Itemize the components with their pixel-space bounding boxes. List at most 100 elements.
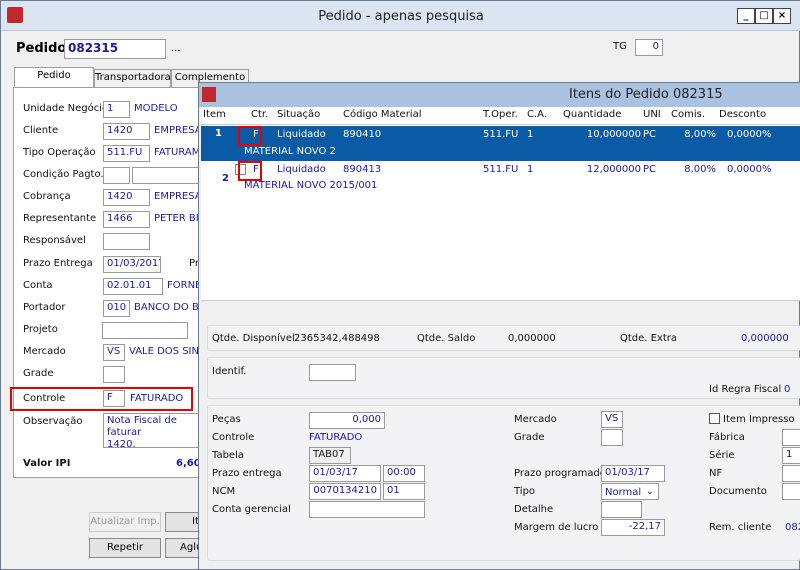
cond-pagto-desc[interactable] — [132, 167, 202, 184]
serie-input[interactable]: 1 — [782, 447, 800, 464]
col-ctr[interactable]: Ctr. — [251, 109, 268, 120]
qtde-saldo-value: 0,000000 — [508, 333, 556, 344]
pecas-input[interactable]: 0,000 — [309, 412, 385, 429]
observacao-label: Observação — [23, 416, 83, 427]
col-uni[interactable]: UNI — [643, 109, 661, 120]
responsavel-label: Responsável — [23, 235, 86, 246]
projeto-input[interactable] — [102, 322, 188, 339]
maximize-button[interactable]: □ — [755, 8, 773, 24]
identif-label: Identif. — [212, 366, 247, 377]
mercado-input[interactable]: VS — [103, 344, 125, 361]
col-situacao[interactable]: Situação — [277, 109, 320, 120]
controle-label: Controle — [23, 393, 66, 404]
conta-input[interactable]: 02.01.01 — [103, 278, 163, 295]
ncm-ext-input[interactable]: 01 — [383, 483, 425, 500]
chevron-down-icon: ⌄ — [645, 486, 654, 497]
identif-panel: Identif. Id Regra Fiscal 0 — [207, 357, 800, 399]
tg-label: TG — [613, 41, 627, 52]
controle-input[interactable]: F — [103, 390, 125, 407]
app-icon — [202, 87, 216, 102]
col-codigo[interactable]: Código Material — [343, 109, 422, 120]
rem-cliente-label: Rem. cliente — [709, 522, 772, 533]
prazo-entrega-label: Prazo Entrega — [23, 258, 93, 269]
row-desconto: 0,0000% — [727, 129, 772, 140]
documento-label: Documento — [709, 486, 767, 497]
col-toper[interactable]: T.Oper. — [483, 109, 518, 120]
prazo-programado-input[interactable]: 01/03/17 — [601, 465, 665, 482]
prazo-entrega-input[interactable]: 01/03/2017 — [103, 256, 161, 273]
search-pedido-button[interactable]: ... — [171, 43, 185, 57]
observacao-line1: Nota Fiscal de faturar — [107, 415, 177, 438]
tipo-operacao-label: Tipo Operação — [23, 147, 96, 158]
tipo-label: Tipo — [514, 486, 536, 497]
portador-input[interactable]: 010 — [103, 300, 130, 317]
close-button[interactable]: × — [773, 8, 791, 24]
prazo-hora-input[interactable]: 00:00 — [383, 465, 425, 482]
repetir-button[interactable]: Repetir — [89, 538, 161, 558]
observacao-textarea[interactable]: Nota Fiscal de faturar 1420. — [103, 413, 203, 448]
detalhe-input[interactable] — [601, 501, 642, 518]
col-desconto[interactable]: Desconto — [719, 109, 766, 120]
identif-input[interactable] — [309, 364, 356, 381]
cliente-input[interactable]: 1420 — [103, 123, 150, 140]
grade-input[interactable] — [103, 366, 125, 383]
conta-desc: FORNE — [167, 280, 202, 291]
item-impresso-checkbox[interactable] — [709, 413, 720, 424]
row-quantidade: 10,000000 — [586, 129, 641, 140]
cond-pagto-label: Condição Pagto. — [23, 169, 104, 180]
nf-input[interactable] — [782, 465, 800, 482]
itens-title: Itens do Pedido 082315 — [569, 87, 723, 102]
id-regra-label: Id Regra Fiscal — [709, 384, 782, 395]
unidade-desc: MODELO — [134, 103, 178, 114]
unidade-label: Unidade Negócio — [23, 103, 109, 114]
grade-input[interactable] — [601, 429, 623, 446]
itens-grid: Item Ctr. Situação Código Material T.Ope… — [201, 107, 800, 301]
tab-pedido[interactable]: Pedido — [14, 67, 94, 88]
table-row[interactable]: 2 F Liquidado 890413 511.FU 1 12,000000 … — [201, 161, 800, 195]
fabrica-input[interactable] — [782, 429, 800, 446]
mercado-input[interactable]: VS — [601, 411, 623, 428]
item-impresso-label: Item Impresso — [723, 414, 795, 425]
cobranca-input[interactable]: 1420 — [103, 189, 150, 206]
col-quantidade[interactable]: Quantidade — [563, 109, 621, 120]
cobranca-label: Cobrança — [23, 191, 71, 202]
row-comis: 8,00% — [684, 129, 716, 140]
documento-input[interactable] — [782, 483, 800, 500]
cobranca-desc: EMPRESA — [154, 191, 202, 202]
atualizar-imp-button[interactable]: Atualizar Imp. — [89, 512, 161, 532]
row-item: 1 — [215, 128, 222, 139]
ncm-input[interactable]: 0070134210 — [309, 483, 381, 500]
unidade-input[interactable]: 1 — [103, 101, 130, 118]
tabela-input[interactable]: TAB07 — [309, 447, 351, 464]
grade-label: Grade — [23, 368, 54, 379]
table-row[interactable]: 1 F Liquidado 890410 511.FU 1 10,000000 … — [201, 126, 800, 161]
row-ca: 1 — [527, 164, 534, 175]
tipo-operacao-desc: FATURAM — [154, 147, 201, 158]
responsavel-input[interactable] — [103, 233, 150, 250]
cliente-desc: EMPRESA — [154, 125, 202, 136]
row-desconto: 0,0000% — [727, 164, 772, 175]
col-ca[interactable]: C.A. — [527, 109, 547, 120]
qtde-extra-label: Qtde. Extra — [620, 333, 678, 344]
tipo-operacao-input[interactable]: 511.FU — [103, 145, 150, 162]
tipo-select[interactable]: Normal ⌄ — [601, 483, 659, 500]
ctr-highlight — [238, 161, 262, 181]
portador-label: Portador — [23, 302, 66, 313]
fabrica-label: Fábrica — [709, 432, 745, 443]
margem-input[interactable]: -22,17 — [601, 519, 665, 536]
prazo-data-input[interactable]: 01/03/17 — [309, 465, 381, 482]
row-situacao: Liquidado — [277, 129, 326, 140]
tipo-value: Normal — [605, 487, 642, 498]
minimize-button[interactable]: _ — [737, 8, 755, 24]
cond-pagto-input[interactable] — [103, 167, 130, 184]
pedido-input[interactable]: 082315 — [64, 39, 166, 59]
tab-transportadora[interactable]: Transportadora — [94, 69, 171, 87]
conta-label: Conta — [23, 280, 53, 291]
col-item[interactable]: Item — [203, 109, 226, 120]
row-descricao: MATERIAL NOVO 2 — [244, 146, 336, 157]
col-comis[interactable]: Comis. — [671, 109, 705, 120]
representante-input[interactable]: 1466 — [103, 211, 150, 228]
conta-gerencial-input[interactable] — [309, 501, 425, 518]
pecas-label: Peças — [212, 414, 241, 425]
tg-input[interactable]: 0 — [635, 39, 663, 56]
